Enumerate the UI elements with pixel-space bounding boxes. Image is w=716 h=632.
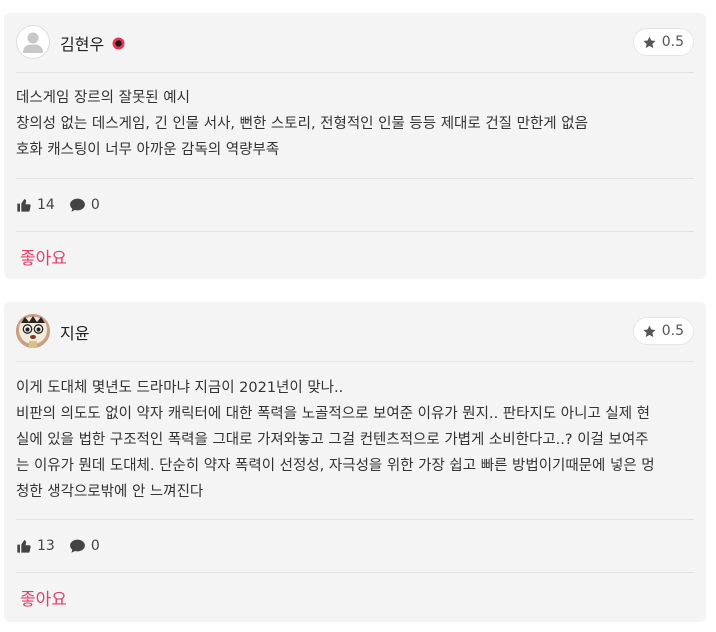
review-card: 지윤 0.5 이게 도대체 몇년도 드라마냐 지금이 2021년이 맞나.. 비…: [4, 302, 706, 622]
review-line: 이게 도대체 몇년도 드라마냐 지금이 2021년이 맞나..: [16, 380, 344, 396]
review-line: 는 이유가 뭔데 도대체. 단순히 약자 폭력이 선정성, 자극성을 위한 가장…: [16, 458, 655, 474]
like-count-value: 14: [37, 197, 55, 213]
review-line: 실에 있을 법한 구조적인 폭력을 그대로 가져와놓고 그걸 컨텐츠적으로 가볍…: [16, 432, 649, 448]
username-text: 지윤: [60, 324, 90, 343]
comment-count-value: 0: [90, 538, 100, 554]
verified-badge-icon: [112, 35, 125, 54]
like-count: 13: [16, 538, 55, 554]
review-stats: 13 0: [16, 520, 694, 573]
comment-icon: [69, 539, 85, 553]
review-header: 김현우 0.5: [16, 13, 694, 73]
rating-value: 0.5: [661, 323, 684, 339]
review-line: 데스게임 장르의 잘못된 예시: [16, 90, 190, 106]
comment-count: 0: [69, 538, 100, 554]
like-count-value: 13: [37, 538, 55, 554]
username-text: 김현우: [60, 35, 105, 54]
comment-icon: [69, 198, 85, 212]
star-icon: [643, 36, 656, 48]
star-icon: [643, 325, 656, 337]
comment-count: 0: [69, 197, 100, 213]
rating-value: 0.5: [661, 34, 684, 50]
username[interactable]: 김현우: [60, 31, 125, 55]
thumbs-up-icon: [17, 540, 31, 553]
review-line: 창의성 없는 데스게임, 긴 인물 서사, 뻔한 스토리, 전형적인 인물 등등…: [16, 116, 588, 132]
avatar[interactable]: [16, 314, 50, 348]
username[interactable]: 지윤: [60, 320, 89, 344]
profile-photo: [16, 314, 50, 348]
avatar[interactable]: [16, 25, 50, 59]
comment-count-value: 0: [90, 197, 100, 213]
review-stats: 14 0: [16, 179, 694, 232]
review-line: 호화 캐스팅이 너무 아까운 감독의 역량부족: [16, 142, 280, 158]
review-header: 지윤 0.5: [16, 302, 694, 362]
like-count: 14: [16, 197, 55, 213]
like-button[interactable]: 좋아요: [20, 244, 67, 269]
rating-badge: 0.5: [632, 317, 694, 345]
default-person-icon: [23, 32, 43, 53]
review-line: 청한 생각으로밖에 안 느껴진다: [16, 484, 204, 500]
review-text: 이게 도대체 몇년도 드라마냐 지금이 2021년이 맞나.. 비판의 의도도 …: [16, 375, 694, 520]
rating-badge: 0.5: [632, 28, 694, 56]
review-card: 김현우 0.5 데스게임 장르의 잘못된 예시 창의성 없는 데스게임, 긴 인…: [4, 13, 706, 279]
review-text: 데스게임 장르의 잘못된 예시 창의성 없는 데스게임, 긴 인물 서사, 뻔한…: [16, 85, 694, 179]
review-line: 비판의 의도도 없이 약자 캐릭터에 대한 폭력을 노골적으로 보여준 이유가 …: [16, 406, 651, 422]
thumbs-up-icon: [17, 199, 31, 212]
like-button[interactable]: 좋아요: [20, 585, 67, 610]
